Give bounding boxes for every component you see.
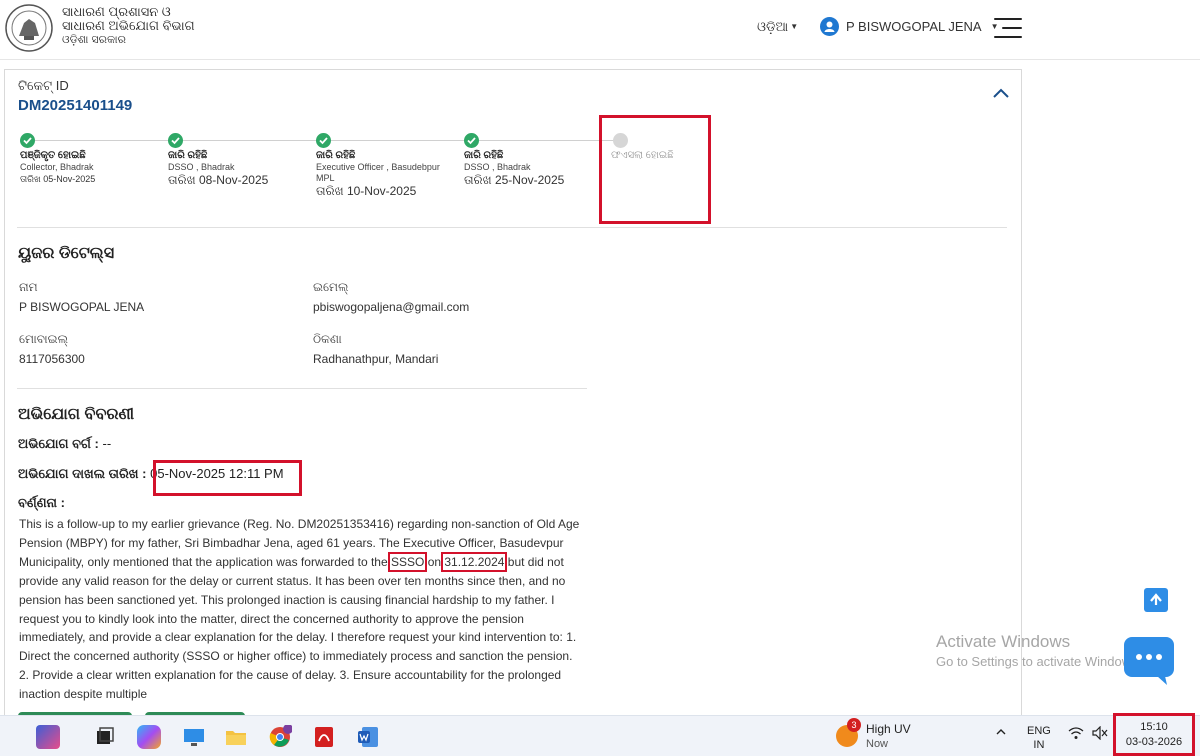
volume-muted-icon[interactable]	[1092, 725, 1108, 743]
address-label: ଠିକଣା	[313, 332, 342, 346]
filed-date-label: ଅଭିଯୋଗ ଦାଖଲ ତାରିଖ :	[18, 466, 147, 481]
chat-icon[interactable]	[1123, 636, 1175, 686]
chrome-icon[interactable]	[268, 724, 293, 749]
step-office: Collector, Bhadrak	[20, 162, 94, 172]
step-title: ଜାରି ରହିଛି	[168, 150, 208, 161]
user-details-title: ୟୁଜର ଡିଟେଲ୍ସ	[18, 245, 115, 262]
complaint-category: ଅଭିଯୋଗ ବର୍ଗ : --	[18, 436, 111, 452]
caret-down-icon: ▼	[790, 22, 799, 31]
description-text: on	[424, 554, 445, 569]
lang-region: IN	[1033, 739, 1045, 751]
step-complete-icon	[20, 133, 35, 148]
step-office: DSSO , Bhadrak	[464, 162, 531, 172]
step-complete-icon	[168, 133, 183, 148]
timeline-step: ଜାରି ରହିଛି DSSO , Bhadrak ତାରିଖ 08-Nov-2…	[168, 149, 268, 188]
section-divider	[17, 227, 1007, 228]
section-divider	[17, 388, 587, 389]
step-title: ପଞ୍ଜିକୃତ ହୋଇଛି	[20, 150, 86, 161]
weather-widget[interactable]: 3 High UV Now	[836, 718, 911, 752]
name-label: ନାମ	[19, 280, 38, 294]
step-office: Executive Officer , Basudebpur	[316, 162, 440, 172]
weather-title: High UV	[866, 722, 911, 736]
description-highlight-date: 31.12.2024	[441, 551, 508, 572]
watermark-subtitle: Go to Settings to activate Windows.	[936, 654, 1142, 669]
annotation-box	[599, 115, 711, 224]
timeline-step: ଜାରି ରହିଛି DSSO , Bhadrak ତାରିଖ 25-Nov-2…	[464, 149, 564, 188]
monitor-icon[interactable]	[182, 725, 206, 749]
scroll-to-top-icon[interactable]	[1144, 588, 1168, 612]
wifi-icon[interactable]	[1068, 726, 1084, 743]
annotation-box	[153, 460, 302, 496]
chevron-up-icon[interactable]	[995, 726, 1007, 741]
watermark-title: Activate Windows	[936, 632, 1071, 651]
step-complete-icon	[464, 133, 479, 148]
odisha-emblem-logo	[4, 3, 54, 53]
name-value: P BISWOGOPAL JENA	[19, 300, 145, 314]
step-date: ତାରିଖ 25-Nov-2025	[464, 173, 565, 187]
uv-weather-icon: 3	[836, 718, 861, 747]
weather-badge: 3	[847, 718, 861, 732]
step-date: ତାରିଖ 10-Nov-2025	[316, 184, 417, 198]
weather-subtitle: Now	[866, 738, 889, 750]
pdf-reader-icon[interactable]	[312, 725, 336, 749]
widgets-icon[interactable]	[36, 725, 60, 749]
category-label: ଅଭିଯୋଗ ବର୍ଗ :	[18, 436, 99, 451]
email-value: pbiswogopaljena@gmail.com	[313, 300, 470, 314]
clock-time: 15:10	[1140, 721, 1168, 733]
app-header: ସାଧାରଣ ପ୍ରଶାସନ ଓ ସାଧାରଣ ଅଭିଯୋଗ ବିଭାଗ ଓଡ଼…	[0, 0, 1200, 60]
ticket-details-card: ଟିକେଟ୍ ID DM20251401149 ପଞ୍ଜିକୃତ ହୋଇଛି C…	[4, 69, 1022, 719]
description-text: but did not provide any valid reason for…	[19, 554, 577, 702]
timeline-step: ଜାରି ରହିଛି Executive Officer , Basudebpu…	[316, 149, 440, 199]
step-complete-icon	[316, 133, 331, 148]
system-clock[interactable]: 15:10 03-03-2026	[1113, 713, 1195, 756]
category-value: --	[102, 436, 112, 451]
task-view-icon[interactable]	[93, 725, 117, 749]
file-explorer-icon[interactable]	[224, 725, 248, 749]
clock-date: 03-03-2026	[1125, 736, 1183, 748]
ticket-id-label: ଟିକେଟ୍ ID	[18, 78, 69, 93]
language-label: ଓଡ଼ିଆ	[757, 19, 789, 34]
address-value: Radhanathpur, Mandari	[313, 352, 439, 366]
step-title: ଜାରି ରହିଛି	[464, 150, 504, 161]
copilot-icon[interactable]	[137, 725, 161, 749]
hamburger-menu-icon[interactable]	[994, 18, 1022, 40]
step-office: DSSO , Bhadrak	[168, 162, 235, 172]
step-title: ଜାରି ରହିଛି	[316, 150, 356, 161]
complaint-details-title: ଅଭିଯୋଗ ବିବରଣୀ	[18, 406, 135, 423]
mobile-value: 8117056300	[19, 352, 85, 366]
mobile-label: ମୋବାଇଲ୍	[19, 332, 69, 346]
department-brand[interactable]: ସାଧାରଣ ପ୍ରଶାସନ ଓ ସାଧାରଣ ଅଭିଯୋଗ ବିଭାଗ ଓଡ଼…	[62, 5, 195, 47]
description-highlight-ssso: SSSO	[387, 551, 428, 572]
language-dropdown[interactable]: ଓଡ଼ିଆ ▼	[757, 19, 798, 35]
timeline-step: ପଞ୍ଜିକୃତ ହୋଇଛି Collector, Bhadrak ତାରିଖ …	[20, 149, 95, 185]
brand-line-3: ଓଡ଼ିଶା ସରକାର	[62, 34, 126, 46]
user-avatar-icon	[820, 17, 839, 36]
complaint-description: This is a follow-up to my earlier grieva…	[19, 515, 584, 704]
ticket-id-value: DM20251401149	[18, 97, 133, 114]
email-label: ଇମେଲ୍	[313, 280, 349, 294]
user-name: P BISWOGOPAL JENA	[846, 19, 982, 34]
windows-taskbar: 3 High UV Now ENG IN	[0, 715, 1200, 756]
activate-windows-watermark: Activate Windows Go to Settings to activ…	[936, 632, 1141, 669]
step-date: ତାରିଖ 08-Nov-2025	[168, 173, 269, 187]
chevron-up-icon[interactable]	[992, 86, 1010, 98]
brand-line-1: ସାଧାରଣ ପ୍ରଶାସନ ଓ	[62, 4, 171, 19]
lang-code: ENG	[1027, 725, 1051, 737]
step-date: ତାରିଖ 05-Nov-2025	[20, 174, 96, 184]
description-label: ବର୍ଣ୍ଣନା :	[18, 495, 65, 510]
user-menu[interactable]: P BISWOGOPAL JENA ▼	[820, 17, 999, 36]
word-icon[interactable]	[356, 725, 380, 749]
brand-line-2: ସାଧାରଣ ଅଭିଯୋଗ ବିଭାଗ	[62, 18, 195, 33]
step-office-cont: MPL	[316, 173, 335, 183]
input-language-indicator[interactable]: ENG IN	[1027, 724, 1051, 752]
